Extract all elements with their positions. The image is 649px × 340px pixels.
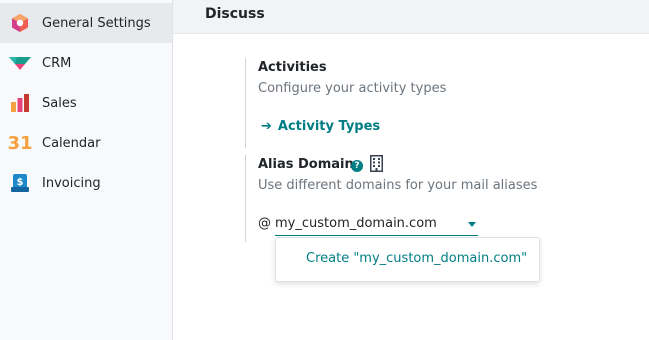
settings-main: Discuss Activities Configure your activi… xyxy=(173,0,649,340)
sidebar-item-label: Invoicing xyxy=(42,175,101,191)
settings-hexagon-icon xyxy=(9,12,31,34)
caret-down-icon[interactable] xyxy=(468,222,476,227)
arrow-right-icon: ➔ xyxy=(261,119,272,134)
calendar-icon-number: 31 xyxy=(7,132,33,154)
svg-text:$: $ xyxy=(17,177,24,188)
activity-types-link[interactable]: ➔ Activity Types xyxy=(261,119,380,134)
alias-domain-input[interactable] xyxy=(275,212,478,236)
activities-title: Activities xyxy=(258,60,327,75)
setting-divider xyxy=(245,155,246,242)
at-sign-label: @ xyxy=(258,216,271,231)
sidebar-item-sales[interactable]: Sales xyxy=(0,83,172,123)
building-icon[interactable] xyxy=(370,155,383,172)
sidebar-item-general-settings[interactable]: General Settings xyxy=(0,3,172,43)
sales-bars-icon xyxy=(9,92,31,114)
crm-icon xyxy=(9,52,31,74)
help-icon[interactable]: ? xyxy=(351,160,363,172)
alias-domain-title: Alias Domain xyxy=(258,157,354,172)
app-sidebar: General Settings CRM Sales 31 Calendar $… xyxy=(0,0,173,340)
activities-description: Configure your activity types xyxy=(258,81,447,96)
section-header: Discuss xyxy=(173,0,649,34)
sidebar-item-label: CRM xyxy=(42,55,72,71)
sidebar-item-invoicing[interactable]: $ Invoicing xyxy=(0,163,172,203)
sidebar-item-label: Sales xyxy=(42,95,77,111)
sidebar-item-crm[interactable]: CRM xyxy=(0,43,172,83)
alias-domain-description: Use different domains for your mail alia… xyxy=(258,178,538,193)
alias-domain-field: @ xyxy=(258,212,478,236)
invoicing-icon: $ xyxy=(9,172,31,194)
setting-divider xyxy=(245,58,246,148)
sidebar-item-label: General Settings xyxy=(42,15,151,31)
activity-types-label: Activity Types xyxy=(277,119,381,134)
section-title: Discuss xyxy=(205,6,265,22)
sidebar-item-calendar[interactable]: 31 Calendar xyxy=(0,123,172,163)
autocomplete-dropdown: Create "my_custom_domain.com" xyxy=(275,237,540,282)
sidebar-item-label: Calendar xyxy=(42,135,101,151)
calendar-31-icon: 31 xyxy=(7,132,33,154)
create-alias-option[interactable]: Create "my_custom_domain.com" xyxy=(306,251,527,266)
